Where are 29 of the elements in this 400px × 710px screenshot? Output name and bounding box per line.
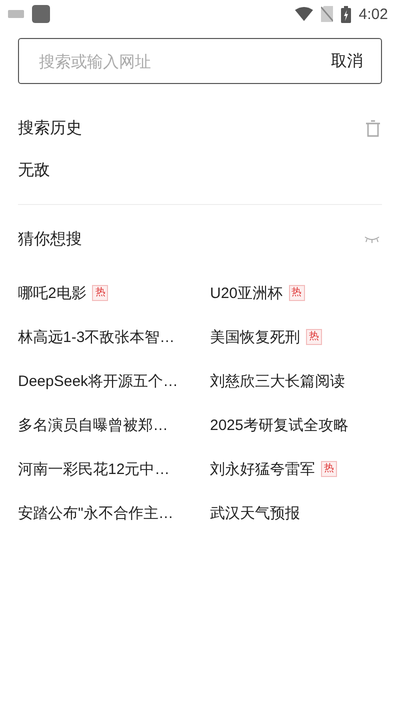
clock-time: 4:02 [358, 6, 388, 22]
no-sim-icon [320, 6, 333, 22]
suggestion-link[interactable]: U20亚洲杯 [210, 284, 283, 302]
suggestion-link[interactable]: 刘慈欣三大长篇阅读 [210, 372, 345, 390]
closed-eye-icon[interactable] [364, 236, 380, 242]
suggestion-link[interactable]: 安踏公布"永不合作主… [18, 504, 174, 522]
suggestion-link[interactable]: 哪吒2电影 [18, 284, 86, 302]
hot-tag: 热 [321, 461, 337, 477]
keyboard-icon [8, 10, 24, 18]
section-title: 搜索历史 [18, 118, 82, 138]
hot-tag: 热 [306, 329, 322, 345]
suggestion-link[interactable]: 林高远1-3不敌张本智… [18, 328, 175, 346]
history-item[interactable]: 无敌 [18, 160, 50, 184]
suggestion-link[interactable]: 河南一彩民花12元中… [18, 460, 170, 478]
suggestion-link[interactable]: 刘永好猛夸雷军 [210, 460, 315, 478]
suggestion-link[interactable]: DeepSeek将开源五个… [18, 372, 178, 390]
hot-tag: 热 [92, 285, 108, 301]
search-field[interactable]: 搜索或输入网址 取消 [18, 38, 382, 84]
battery-icon [340, 6, 351, 22]
suggestion-link[interactable]: 2025考研复试全攻略 [210, 416, 348, 434]
hot-tag: 热 [288, 285, 305, 301]
suggestion-link[interactable]: 多名演员自曝曾被郑… [18, 416, 168, 434]
suggestion-link[interactable]: 美国恢复死刑 [210, 328, 300, 346]
cancel-button[interactable]: 取消 [331, 50, 363, 72]
section-title: 猜你想搜 [18, 228, 82, 250]
suggestion-link[interactable]: 武汉天气预报 [210, 504, 300, 522]
app-icon [32, 5, 50, 23]
wifi-icon [294, 7, 313, 21]
trash-icon[interactable] [366, 120, 380, 136]
